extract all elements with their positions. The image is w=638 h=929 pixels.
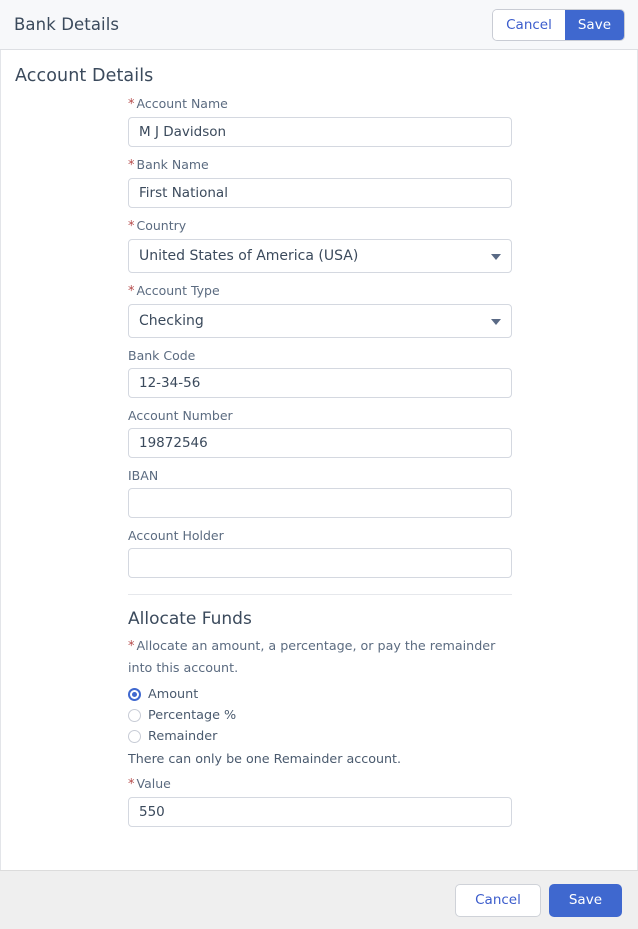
radio-remainder[interactable]: Remainder	[128, 726, 637, 747]
bank-name-input[interactable]	[128, 178, 512, 208]
field-bank-code: Bank Code	[128, 348, 512, 398]
section-divider	[128, 594, 512, 595]
allocation-note: There can only be one Remainder account.	[128, 751, 402, 766]
radio-percentage-label: Percentage %	[148, 708, 237, 723]
field-value: * Value	[128, 776, 512, 827]
radio-percentage-indicator	[128, 709, 141, 722]
field-account-name: * Account Name	[128, 96, 512, 147]
radio-percentage[interactable]: Percentage %	[128, 705, 637, 726]
required-asterisk-icon: *	[128, 219, 135, 234]
account-type-select-wrapper: Checking	[128, 304, 512, 338]
iban-input[interactable]	[128, 488, 512, 518]
field-country: * Country United States of America (USA)	[128, 218, 512, 273]
field-account-number: Account Number	[128, 408, 512, 458]
header-button-group: Cancel Save	[493, 9, 624, 40]
radio-amount[interactable]: Amount	[128, 684, 637, 705]
account-name-input[interactable]	[128, 117, 512, 147]
page-title: Bank Details	[14, 15, 120, 34]
allocation-radio-group: Amount Percentage % Remainder	[128, 684, 637, 747]
account-details-form: *Account Name *Bank Name *Country United…	[1, 86, 637, 827]
field-account-type: * Account Type Checking	[128, 283, 512, 338]
header-cancel-button[interactable]: Cancel	[493, 9, 565, 40]
required-asterisk-icon: *	[128, 284, 135, 299]
page-footer: Cancel Save	[0, 870, 638, 929]
bank-code-input[interactable]	[128, 368, 512, 398]
field-iban: IBAN	[128, 468, 512, 518]
radio-remainder-indicator	[128, 730, 141, 743]
account-number-input[interactable]	[128, 428, 512, 458]
allocate-funds-heading: Allocate Funds	[128, 609, 252, 629]
label-iban: IBAN	[128, 468, 159, 483]
country-select[interactable]: United States of America (USA)	[128, 239, 512, 273]
radio-amount-indicator	[128, 688, 141, 701]
page-header: Bank Details Cancel Save	[0, 0, 638, 50]
label-account-number: Account Number	[128, 408, 233, 423]
label-account-type: * Account Type	[128, 283, 220, 299]
content-area: Account Details *Account Name *Bank Name…	[0, 50, 638, 870]
label-bank-name: * Bank Name	[128, 157, 209, 173]
label-account-holder: Account Holder	[128, 528, 224, 543]
field-account-holder: Account Holder	[128, 528, 512, 578]
country-select-wrapper: United States of America (USA)	[128, 239, 512, 273]
bank-details-page: Bank Details Cancel Save Account Details…	[0, 0, 638, 929]
required-asterisk-icon: *	[128, 97, 135, 112]
account-holder-input[interactable]	[128, 548, 512, 578]
header-save-button[interactable]: Save	[564, 9, 624, 40]
footer-save-button[interactable]: Save	[548, 883, 622, 917]
account-details-heading: Account Details	[15, 66, 154, 86]
radio-remainder-label: Remainder	[148, 729, 218, 744]
field-bank-name: * Bank Name	[128, 157, 512, 208]
label-account-name: * Account Name	[128, 96, 228, 112]
footer-cancel-button[interactable]: Cancel	[455, 883, 541, 917]
label-bank-code: Bank Code	[128, 348, 196, 363]
radio-amount-label: Amount	[148, 687, 199, 702]
label-value: * Value	[128, 776, 171, 792]
label-country: * Country	[128, 218, 187, 234]
required-asterisk-icon: *	[128, 639, 135, 654]
required-asterisk-icon: *	[128, 158, 135, 173]
account-type-select[interactable]: Checking	[128, 304, 512, 338]
allocate-funds-description: * Allocate an amount, a percentage, or pa…	[128, 638, 496, 675]
value-input[interactable]	[128, 797, 512, 827]
required-asterisk-icon: *	[128, 777, 135, 792]
